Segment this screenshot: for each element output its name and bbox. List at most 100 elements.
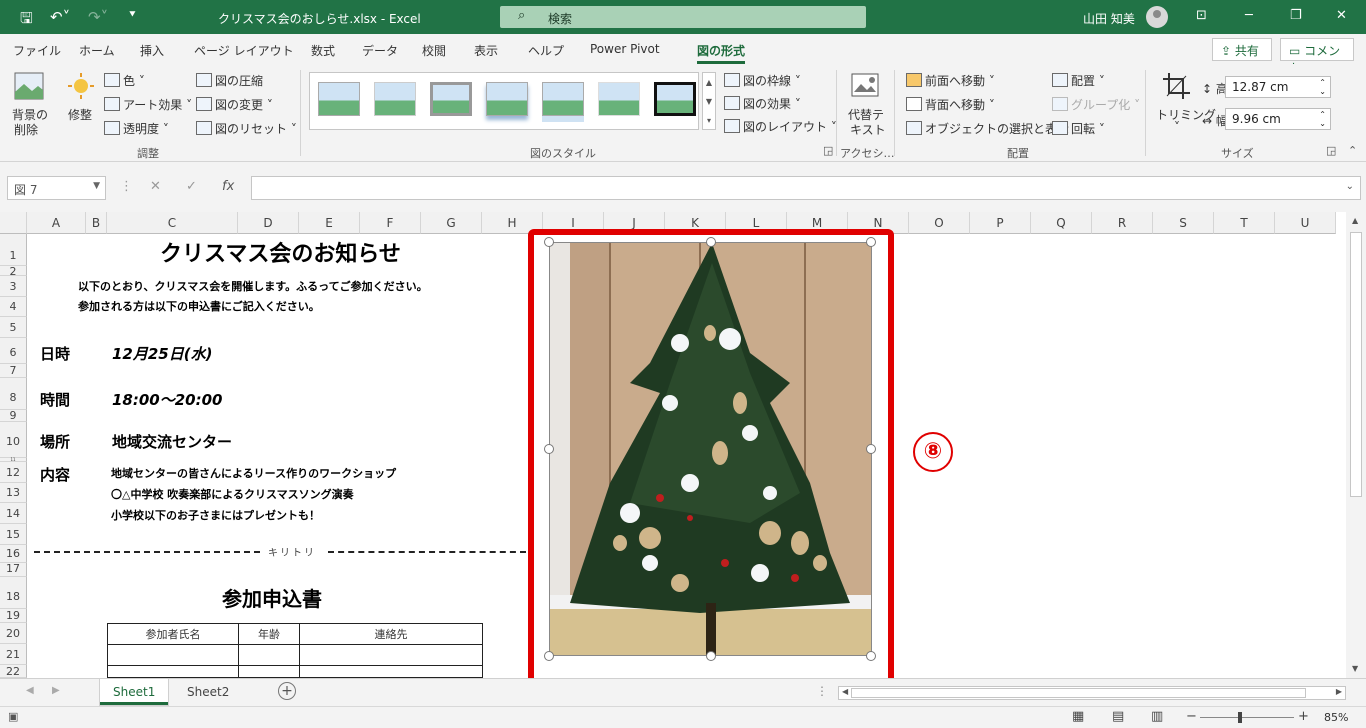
zoom-level[interactable]: 85%: [1324, 711, 1348, 724]
height-input[interactable]: 12.87 cm ⌃ ⌄: [1225, 76, 1331, 98]
select-all-corner[interactable]: [0, 212, 27, 234]
ribbon-display-icon[interactable]: ⊡: [1196, 8, 1207, 23]
picture-layout-button[interactable]: 図のレイアウト ˅: [724, 118, 837, 135]
color-button[interactable]: 色 ˅: [104, 72, 145, 89]
scroll-left-icon[interactable]: ◀: [842, 687, 848, 696]
sheet-tab-sheet2[interactable]: Sheet2: [174, 679, 242, 705]
scroll-down-icon[interactable]: ▼: [1352, 664, 1358, 673]
transparency-button[interactable]: 透明度 ˅: [104, 120, 169, 137]
send-backward-button[interactable]: 背面へ移動 ˅: [906, 96, 995, 113]
column-header[interactable]: B: [86, 212, 107, 234]
picture-style-3[interactable]: [430, 82, 472, 116]
column-header[interactable]: R: [1092, 212, 1153, 234]
prev-sheet-icon[interactable]: ◀: [26, 685, 34, 696]
row-header[interactable]: 6: [0, 338, 27, 364]
insert-function-icon[interactable]: fx: [222, 179, 234, 194]
column-header[interactable]: U: [1275, 212, 1336, 234]
share-button[interactable]: ⇪ 共有: [1212, 38, 1272, 61]
tab-picture-format[interactable]: 図の形式: [697, 42, 746, 64]
sheet-tab-sheet1[interactable]: Sheet1: [100, 679, 169, 705]
tab-formulas[interactable]: 数式: [311, 42, 335, 59]
size-dialog-launcher-icon[interactable]: ◲: [1326, 144, 1336, 157]
tab-data[interactable]: データ: [362, 42, 398, 59]
row-header[interactable]: 20: [0, 623, 27, 644]
picture-style-2[interactable]: [374, 82, 416, 116]
row-header[interactable]: 2: [0, 266, 27, 278]
column-header[interactable]: T: [1214, 212, 1275, 234]
row-header[interactable]: 7: [0, 364, 27, 378]
bring-forward-button[interactable]: 前面へ移動 ˅: [906, 72, 995, 89]
collapse-ribbon-icon[interactable]: ⌃: [1348, 144, 1357, 157]
column-header[interactable]: P: [970, 212, 1031, 234]
group-objects-button[interactable]: グループ化 ˅: [1052, 96, 1140, 113]
column-header[interactable]: S: [1153, 212, 1214, 234]
compress-pictures-button[interactable]: 図の圧縮: [196, 72, 263, 89]
zoom-in-icon[interactable]: +: [1298, 709, 1309, 724]
picture-style-1[interactable]: [318, 82, 360, 116]
tab-page-layout[interactable]: ページ レイアウト: [194, 42, 294, 59]
zoom-slider-thumb[interactable]: [1238, 712, 1242, 723]
table-cell[interactable]: [238, 665, 300, 678]
height-spinner[interactable]: ⌃ ⌄: [1319, 78, 1326, 96]
formula-input[interactable]: ⌄: [251, 176, 1361, 200]
column-header[interactable]: F: [360, 212, 421, 234]
search-box[interactable]: ⌕ 検索: [500, 6, 866, 28]
row-header[interactable]: 9: [0, 410, 27, 422]
change-picture-button[interactable]: 図の変更 ˅: [196, 96, 273, 113]
tab-power-pivot[interactable]: Power Pivot: [590, 42, 660, 56]
selection-pane-button[interactable]: オブジェクトの選択と表示: [906, 120, 1069, 137]
column-header[interactable]: A: [27, 212, 86, 234]
name-box-dropdown-icon[interactable]: ▼: [93, 181, 100, 191]
row-header[interactable]: 16: [0, 545, 27, 563]
column-header[interactable]: G: [421, 212, 482, 234]
table-cell[interactable]: [299, 665, 483, 678]
tab-help[interactable]: ヘルプ: [528, 42, 564, 59]
name-box[interactable]: 図 7 ▼: [7, 176, 106, 200]
row-header[interactable]: 19: [0, 609, 27, 623]
row-header[interactable]: 3: [0, 276, 27, 297]
restore-icon[interactable]: ❐: [1290, 8, 1302, 23]
row-header[interactable]: 5: [0, 317, 27, 338]
avatar[interactable]: [1146, 6, 1168, 28]
tab-file[interactable]: ファイル: [13, 42, 61, 59]
tab-review[interactable]: 校閲: [422, 42, 446, 59]
comments-button[interactable]: ▭ コメント: [1280, 38, 1354, 75]
row-header[interactable]: 18: [0, 577, 27, 609]
tab-view[interactable]: 表示: [474, 42, 498, 59]
picture-style-6[interactable]: [598, 82, 640, 116]
table-cell[interactable]: [299, 644, 483, 666]
horizontal-scrollbar[interactable]: ◀ ▶: [838, 686, 1346, 700]
macro-record-icon[interactable]: ▣: [8, 710, 18, 723]
enter-icon[interactable]: ✓: [186, 179, 197, 194]
align-button[interactable]: 配置 ˅: [1052, 72, 1105, 89]
undo-icon[interactable]: ↶˅: [50, 8, 70, 26]
table-cell[interactable]: [107, 644, 239, 666]
artistic-effects-button[interactable]: アート効果 ˅: [104, 96, 192, 113]
customize-qat-icon[interactable]: ⯆: [128, 8, 137, 22]
zoom-out-icon[interactable]: −: [1186, 709, 1197, 724]
rotate-button[interactable]: 回転 ˅: [1052, 120, 1105, 137]
width-spinner[interactable]: ⌃ ⌄: [1319, 110, 1326, 128]
row-header[interactable]: 14: [0, 503, 27, 524]
picture-style-5[interactable]: [542, 82, 584, 116]
minimize-icon[interactable]: ─: [1245, 8, 1253, 23]
row-header[interactable]: 1: [0, 234, 27, 266]
page-layout-view-icon[interactable]: ▤: [1112, 709, 1124, 724]
scroll-right-icon[interactable]: ▶: [1336, 687, 1342, 696]
column-header[interactable]: E: [299, 212, 360, 234]
row-header[interactable]: 15: [0, 524, 27, 545]
gallery-scroll[interactable]: ▲ ▼ ▾: [702, 72, 716, 130]
row-header[interactable]: 13: [0, 483, 27, 503]
width-input[interactable]: 9.96 cm ⌃ ⌄: [1225, 108, 1331, 130]
tab-splitter-icon[interactable]: ⋮: [816, 684, 828, 698]
column-header[interactable]: Q: [1031, 212, 1092, 234]
table-cell[interactable]: [238, 644, 300, 666]
horizontal-scroll-thumb[interactable]: [851, 688, 1306, 698]
zoom-slider[interactable]: [1200, 717, 1294, 718]
row-header[interactable]: 10: [0, 422, 27, 458]
cancel-icon[interactable]: ✕: [150, 179, 161, 194]
redo-icon[interactable]: ↷˅: [88, 8, 108, 26]
picture-effects-button[interactable]: 図の効果 ˅: [724, 95, 801, 112]
row-header[interactable]: 12: [0, 462, 27, 483]
column-header[interactable]: O: [909, 212, 970, 234]
